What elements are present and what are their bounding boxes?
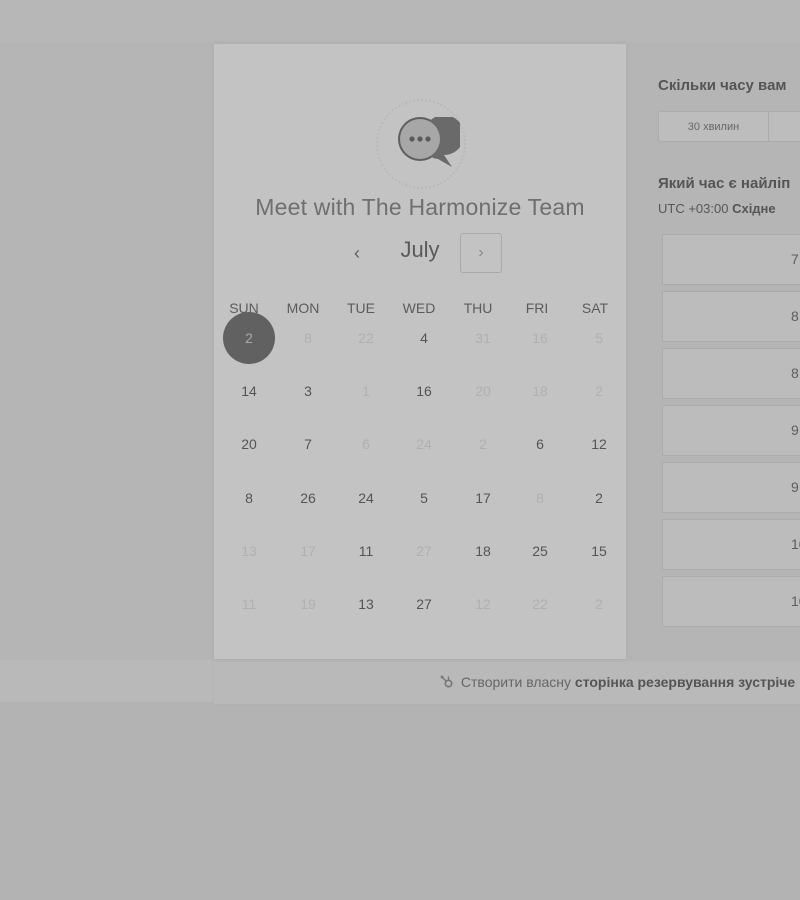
calendar-day: 12 <box>475 596 491 612</box>
calendar-day[interactable]: 13 <box>340 580 392 628</box>
calendar-day: 2 <box>479 436 487 452</box>
footer-bar: Створити власну сторінка резервування зу… <box>214 662 800 704</box>
time-slot-label: 7 <box>791 251 799 267</box>
calendar-day[interactable]: 14 <box>223 367 275 415</box>
calendar-day: 1 <box>362 383 370 399</box>
duration-option[interactable] <box>768 112 800 141</box>
create-booking-page-link[interactable]: Створити власну сторінка резервування зу… <box>440 674 795 690</box>
timezone-name[interactable]: Східне <box>732 201 776 216</box>
calendar-card: Meet with The Harmonize Team ‹ July › SU… <box>214 44 626 659</box>
time-slot[interactable]: 7 <box>662 234 800 285</box>
calendar-day: 22 <box>358 330 374 346</box>
time-slot-label: 9 <box>791 479 799 495</box>
calendar-day[interactable]: 4 <box>398 314 450 362</box>
calendar-day[interactable]: 20 <box>223 420 275 468</box>
time-slot[interactable]: 10 <box>662 576 800 627</box>
time-slot[interactable]: 10 <box>662 519 800 570</box>
footer-link-bold: сторінка резервування зустріче <box>574 674 796 690</box>
calendar-day[interactable]: 16 <box>398 367 450 415</box>
timezone-offset: UTC +03:00 <box>658 201 729 216</box>
calendar-day: 8 <box>304 330 312 346</box>
calendar-day[interactable]: 3 <box>282 367 334 415</box>
time-question: Який час є найліп <box>658 175 791 192</box>
time-slot[interactable]: 9 <box>662 405 800 456</box>
calendar-day: 2 <box>595 596 603 612</box>
calendar-day: 19 <box>300 596 316 612</box>
calendar-day[interactable]: 25 <box>514 527 566 575</box>
calendar-day[interactable]: 5 <box>398 474 450 522</box>
duration-option[interactable]: 30 хвилин <box>659 112 768 141</box>
calendar-day[interactable]: 6 <box>514 420 566 468</box>
duration-question: Скільки часу вам <box>658 77 787 94</box>
calendar-day[interactable]: 2 <box>573 474 625 522</box>
time-slot-label: 10 <box>791 593 800 609</box>
time-slot[interactable]: 9 <box>662 462 800 513</box>
calendar-day: 24 <box>416 436 432 452</box>
calendar-day: 31 <box>475 330 491 346</box>
calendar-day[interactable]: 27 <box>398 580 450 628</box>
top-header-band <box>0 0 800 42</box>
calendar-day[interactable]: 18 <box>457 527 509 575</box>
calendar-day: 27 <box>416 543 432 559</box>
calendar-day[interactable]: 11 <box>340 527 392 575</box>
calendar-day: 20 <box>475 383 491 399</box>
hubspot-sprocket-icon <box>440 675 453 688</box>
time-slot-label: 10 <box>791 536 800 552</box>
calendar-day[interactable]: 12 <box>573 420 625 468</box>
booking-panel: Скільки часу вам 30 хвилин Який час є на… <box>640 44 800 664</box>
calendar-day[interactable]: 7 <box>282 420 334 468</box>
calendar-day: 2 <box>595 383 603 399</box>
duration-selector: 30 хвилин <box>658 111 800 142</box>
calendar-day: 18 <box>532 383 548 399</box>
time-slot-label: 8 <box>791 365 799 381</box>
calendar-day: 6 <box>362 436 370 452</box>
calendar-day[interactable]: 8 <box>223 474 275 522</box>
time-slot-label: 8 <box>791 308 799 324</box>
timezone-label: UTC +03:00 Східне <box>658 201 776 216</box>
calendar-day: 5 <box>595 330 603 346</box>
calendar-day[interactable]: 24 <box>340 474 392 522</box>
day-grid: 2 8 22 4 31 16 5 14 3 1 16 20 18 2 20 7 6 24 2 6 12 8 26 24 5 17 8… <box>214 44 626 659</box>
calendar-day[interactable]: 17 <box>457 474 509 522</box>
calendar-day: 22 <box>532 596 548 612</box>
calendar-day: 11 <box>241 596 257 612</box>
calendar-day[interactable]: 15 <box>573 527 625 575</box>
footer-link-prefix: Створити власну <box>460 674 572 690</box>
calendar-day[interactable]: 26 <box>282 474 334 522</box>
time-slot[interactable]: 8 <box>662 291 800 342</box>
time-slot-label: 9 <box>791 422 799 438</box>
calendar-day: 8 <box>536 490 544 506</box>
calendar-day: 16 <box>532 330 548 346</box>
calendar-day: 17 <box>300 543 316 559</box>
time-slot[interactable]: 8 <box>662 348 800 399</box>
calendar-day: 13 <box>241 543 257 559</box>
selected-day[interactable]: 2 <box>223 312 275 364</box>
